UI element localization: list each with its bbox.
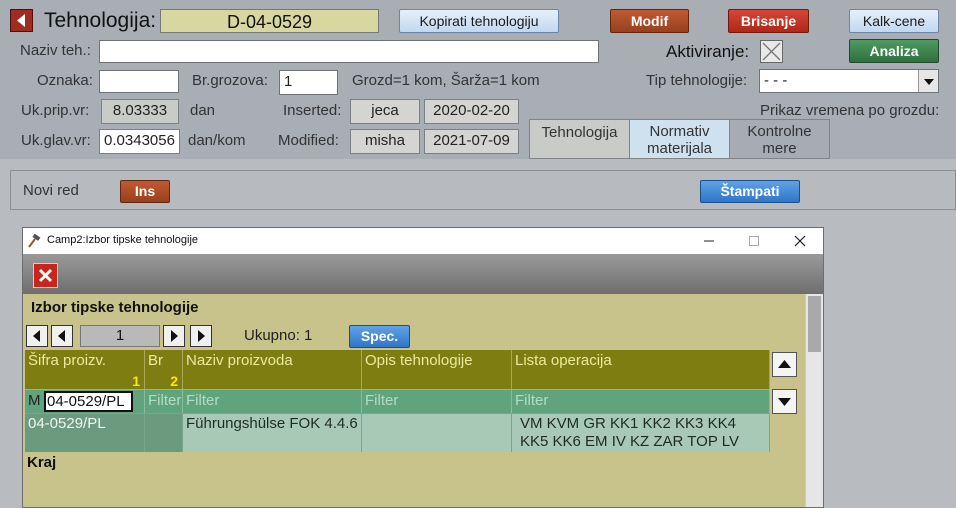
col-br-badge: 2	[170, 373, 178, 389]
filter-naziv-input[interactable]: Filter	[183, 389, 362, 413]
grid-scroll-down-button[interactable]	[772, 389, 797, 414]
ukglav-value: 0.0343056	[99, 129, 180, 154]
next-page-button[interactable]	[163, 325, 185, 347]
brgrozova-input[interactable]: 1	[279, 70, 338, 95]
grozd-info: Grozd=1 kom, Šarža=1 kom	[352, 72, 540, 89]
tab-kontrolne-mere[interactable]: Kontrolne mere	[729, 119, 830, 159]
kalk-cene-button[interactable]: Kalk-cene	[849, 9, 939, 33]
kraj-label: Kraj	[27, 454, 57, 471]
minimize-icon[interactable]	[699, 231, 719, 251]
prev-page-icon	[58, 330, 65, 342]
modif-button[interactable]: Modif	[610, 9, 689, 33]
ukprip-label: Uk.prip.vr:	[21, 102, 90, 119]
first-page-button[interactable]	[26, 325, 48, 347]
filter-opis-input[interactable]: Filter	[362, 389, 512, 413]
prev-page-button[interactable]	[51, 325, 73, 347]
dialog-title: Camp2:Izbor tipske tehnologije	[47, 234, 199, 246]
inserted-date: 2020-02-20	[424, 99, 519, 124]
analiza-button[interactable]: Analiza	[849, 39, 939, 63]
col-opis-header[interactable]: Opis tehnologije	[362, 350, 512, 389]
ukupno-label: Ukupno: 1	[244, 327, 313, 344]
filter-br-input[interactable]: Filter	[145, 389, 183, 413]
ukglav-unit: dan/kom	[188, 132, 246, 149]
close-icon[interactable]	[790, 231, 810, 251]
spec-button[interactable]: Spec.	[349, 325, 410, 348]
back-button[interactable]	[10, 9, 33, 32]
dialog-toolbar	[23, 254, 823, 294]
technology-code: D-04-0529	[160, 9, 379, 33]
tab-normativ-materijala[interactable]: Normativ materijala	[629, 119, 730, 159]
tip-select-value: - - -	[764, 72, 788, 89]
col-sifra-label: Šifra proizv.	[28, 352, 107, 369]
dialog-scrollbar[interactable]	[805, 294, 823, 507]
page-number-field[interactable]: 1	[80, 325, 160, 347]
last-page-icon	[198, 330, 205, 342]
dialog-window: Camp2:Izbor tipske tehnologije Izbor tip…	[22, 227, 824, 508]
maximize-icon[interactable]	[744, 231, 764, 251]
aktiviranje-label: Aktiviranje:	[666, 42, 750, 61]
oznaka-input[interactable]	[99, 70, 179, 93]
tip-label: Tip tehnologije:	[646, 72, 748, 89]
tab-tehnologija[interactable]: Tehnologija	[529, 119, 630, 159]
modified-date: 2021-07-09	[424, 129, 519, 154]
dialog-close-button[interactable]	[33, 263, 58, 288]
filter-sifra-input[interactable]: 04-0529/PL	[44, 391, 133, 412]
filter-operacije-input[interactable]: Filter	[512, 389, 770, 413]
hammer-icon	[28, 234, 41, 248]
modified-user: misha	[350, 129, 420, 154]
filter-prefix: M	[28, 392, 41, 409]
last-page-button[interactable]	[190, 325, 212, 347]
filter-sifra-cell: M 04-0529/PL	[25, 389, 145, 413]
delete-button[interactable]: Brisanje	[728, 9, 809, 33]
tip-select[interactable]: - - -	[759, 69, 939, 93]
row-br-cell[interactable]	[145, 413, 183, 452]
naziv-input[interactable]	[99, 40, 599, 63]
arrow-up-icon	[778, 360, 791, 368]
col-sifra-header[interactable]: Šifra proizv. 1	[25, 350, 145, 389]
grid-scroll-up-button[interactable]	[772, 352, 797, 377]
row-naziv-cell[interactable]: Führungshülse FOK 4.4.6	[183, 413, 362, 452]
next-page-icon	[171, 330, 178, 342]
print-button[interactable]: Štampati	[700, 180, 800, 203]
page-title: Tehnologija:	[44, 9, 157, 32]
prikaz-label: Prikaz vremena po grozdu:	[760, 102, 940, 119]
close-icon	[38, 268, 53, 283]
chevron-down-icon[interactable]	[918, 70, 938, 92]
arrow-down-icon	[778, 398, 791, 406]
naziv-label: Naziv teh.:	[20, 42, 91, 59]
row-operacije-cell[interactable]: VM KVM GR KK1 KK2 KK3 KK4 KK5 KK6 EM IV …	[512, 413, 770, 452]
first-page-icon	[33, 330, 40, 342]
col-naziv-header[interactable]: Naziv proizvoda	[183, 350, 362, 389]
ukglav-label: Uk.glav.vr:	[21, 132, 91, 149]
col-sifra-badge: 1	[132, 373, 140, 389]
ukprip-unit: dan	[190, 102, 216, 119]
row-opis-cell[interactable]	[362, 413, 512, 452]
ukprip-value: 8.03333	[101, 99, 179, 124]
dialog-heading: Izbor tipske tehnologije	[31, 299, 199, 316]
oznaka-label: Oznaka:	[37, 72, 93, 89]
col-br-label: Br	[148, 352, 163, 369]
inserted-label: Inserted:	[283, 102, 342, 119]
col-operacije-header[interactable]: Lista operacija	[512, 350, 770, 389]
aktiviranje-checkbox[interactable]	[760, 40, 783, 63]
brgrozova-label: Br.grozova:	[192, 72, 268, 89]
inserted-user: jeca	[350, 99, 420, 124]
dialog-titlebar[interactable]: Camp2:Izbor tipske tehnologije	[23, 228, 823, 254]
row-sifra-cell[interactable]: 04-0529/PL	[25, 413, 145, 452]
col-br-header[interactable]: Br 2	[145, 350, 183, 389]
copy-technology-button[interactable]: Kopirati tehnologiju	[399, 9, 559, 33]
novi-red-label: Novi red	[23, 182, 79, 199]
scrollbar-thumb[interactable]	[808, 296, 821, 352]
ins-button[interactable]: Ins	[120, 180, 170, 203]
modified-label: Modified:	[278, 132, 339, 149]
checkbox-cross-icon	[762, 42, 781, 61]
arrow-left-icon	[17, 14, 25, 27]
